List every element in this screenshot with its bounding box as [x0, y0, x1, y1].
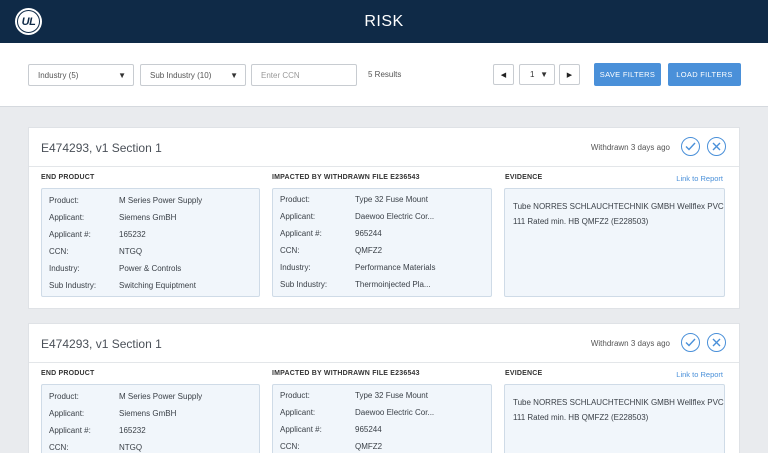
card-header: E474293, v1 Section 1 Withdrawn 3 days a…	[29, 128, 739, 167]
end-product-panel: Product: M Series Power Supply Applicant:…	[41, 384, 260, 453]
detail-row: Applicant #: 965244	[280, 229, 382, 238]
detail-row: Product: Type 32 Fuse Mount	[280, 391, 428, 400]
impacted-heading: IMPACTED BY WITHDRAWN FILE E236543	[272, 174, 420, 181]
sub-industry-select[interactable]: Sub Industry (10) ▼	[140, 64, 246, 86]
save-filters-button[interactable]: SAVE FILTERS	[594, 63, 661, 86]
detail-row: Applicant #: 165232	[49, 230, 146, 239]
ccn-input[interactable]	[251, 64, 357, 86]
next-page-button[interactable]: ▶	[559, 64, 580, 85]
evidence-panel: Tube NORRES SCHLAUCHTECHNIK GMBH Wellfle…	[504, 384, 725, 453]
end-product-heading: END PRODUCT	[41, 174, 95, 181]
detail-row: Industry: Power & Controls	[49, 264, 182, 273]
risk-card: E474293, v1 Section 1 Withdrawn 3 days a…	[28, 127, 740, 309]
filter-bar: Industry (5) ▼ Sub Industry (10) ▼ 5 Res…	[0, 43, 768, 107]
page-select[interactable]: 1 ▼	[519, 64, 555, 85]
approve-button[interactable]	[681, 333, 700, 352]
withdrawn-status: Withdrawn 3 days ago	[590, 339, 670, 348]
approve-button[interactable]	[681, 137, 700, 156]
risk-card: E474293, v1 Section 1 Withdrawn 3 days a…	[28, 323, 740, 453]
detail-row: Industry: Performance Materials	[280, 263, 436, 272]
evidence-heading: EVIDENCE	[505, 174, 543, 181]
evidence-text: Tube NORRES SCHLAUCHTECHNIK GMBH Wellfle…	[513, 398, 724, 422]
prev-page-button[interactable]: ◀	[493, 64, 514, 85]
detail-row: CCN: NTGQ	[49, 443, 143, 452]
chevron-down-icon: ▼	[540, 70, 548, 79]
close-icon	[712, 142, 721, 151]
detail-row: Applicant: Daewoo Electric Cor...	[280, 212, 435, 221]
reject-button[interactable]	[707, 137, 726, 156]
detail-row: Product: M Series Power Supply	[49, 392, 203, 401]
evidence-text: Tube NORRES SCHLAUCHTECHNIK GMBH Wellfle…	[513, 202, 724, 226]
detail-row: CCN: NTGQ	[49, 247, 143, 256]
sub-industry-select-value: Sub Industry (10)	[150, 70, 212, 80]
evidence-panel: Tube NORRES SCHLAUCHTECHNIK GMBH Wellfle…	[504, 188, 725, 297]
industry-select[interactable]: Industry (5) ▼	[28, 64, 134, 86]
link-to-report[interactable]: Link to Report	[676, 174, 723, 183]
detail-row: Applicant: Daewoo Electric Cor...	[280, 408, 435, 417]
impacted-panel: Product: Type 32 Fuse Mount Applicant: Dae…	[272, 188, 492, 297]
detail-row: Sub Industry: Switching Equiptment	[49, 281, 196, 290]
chevron-down-icon: ▼	[230, 71, 238, 80]
detail-row: Applicant #: 965244	[280, 425, 382, 434]
check-icon	[685, 142, 696, 151]
close-icon	[712, 338, 721, 347]
page-title: RISK	[364, 13, 404, 30]
results-count: 5 Results	[368, 70, 402, 79]
arrow-left-icon: ◀	[500, 71, 507, 79]
impacted-panel: Product: Type 32 Fuse Mount Applicant: Dae…	[272, 384, 492, 453]
detail-row: Applicant: Siemens GmBH	[49, 213, 177, 222]
end-product-panel: Product: M Series Power Supply Applicant:…	[41, 188, 260, 297]
reject-button[interactable]	[707, 333, 726, 352]
load-filters-button[interactable]: LOAD FILTERS	[668, 63, 741, 86]
page-select-value: 1	[530, 70, 535, 79]
chevron-down-icon: ▼	[118, 71, 126, 80]
top-bar: UL RISK	[0, 0, 768, 43]
check-icon	[685, 338, 696, 347]
detail-row: Product: Type 32 Fuse Mount	[280, 195, 428, 204]
evidence-heading: EVIDENCE	[505, 370, 543, 377]
impacted-heading: IMPACTED BY WITHDRAWN FILE E236543	[272, 370, 420, 377]
industry-select-value: Industry (5)	[38, 70, 79, 80]
detail-row: Applicant #: 165232	[49, 426, 146, 435]
link-to-report[interactable]: Link to Report	[676, 370, 723, 379]
detail-row: Applicant: Siemens GmBH	[49, 409, 177, 418]
withdrawn-status: Withdrawn 3 days ago	[590, 143, 670, 152]
arrow-right-icon: ▶	[566, 71, 573, 79]
detail-row: Sub Industry: Thermoinjected Pla...	[280, 280, 431, 289]
card-title: E474293, v1 Section 1	[41, 337, 162, 351]
detail-row: CCN: QMFZ2	[280, 246, 383, 255]
end-product-heading: END PRODUCT	[41, 370, 95, 377]
card-header: E474293, v1 Section 1 Withdrawn 3 days a…	[29, 324, 739, 363]
card-title: E474293, v1 Section 1	[41, 141, 162, 155]
detail-row: Product: M Series Power Supply	[49, 196, 203, 205]
detail-row: CCN: QMFZ2	[280, 442, 383, 451]
